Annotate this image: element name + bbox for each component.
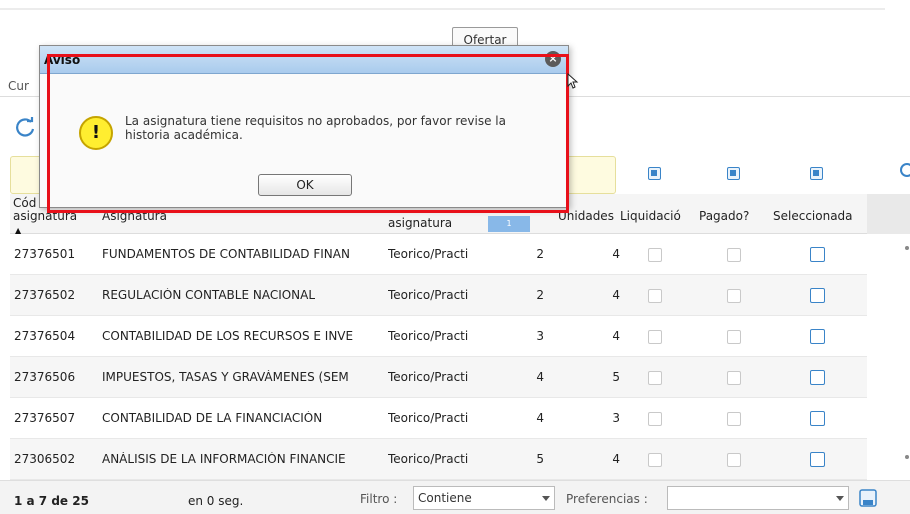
liquidacion-header-checkbox[interactable] [648, 167, 661, 180]
cell-units: 4 [612, 288, 620, 302]
sort-order-badge: 1 [488, 216, 530, 232]
pagado-checkbox[interactable] [727, 371, 741, 385]
header-liquidacion[interactable]: Liquidació [620, 209, 681, 223]
cell-name: CONTABILIDAD DE LA FINANCIACIÓN [102, 411, 323, 425]
table-row[interactable]: 27376504 CONTABILIDAD DE LOS RECURSOS E … [10, 316, 867, 357]
cell-units: 3 [612, 411, 620, 425]
warning-icon: ! [79, 116, 113, 150]
table-row[interactable]: 27306502 ANÁLISIS DE LA INFORMACIÓN FINA… [10, 439, 867, 480]
cell-code: 27376507 [14, 411, 76, 425]
cell-semester: 3 [536, 329, 544, 343]
cell-type: Teorico/Practi [388, 411, 469, 425]
seleccionada-checkbox[interactable] [810, 411, 825, 426]
header-name[interactable]: Asignatura [102, 209, 167, 223]
pagado-checkbox[interactable] [727, 289, 741, 303]
liquidacion-checkbox[interactable] [648, 289, 662, 303]
cell-code: 27376502 [14, 288, 76, 302]
cell-type: Teorico/Practi [388, 452, 469, 466]
table-row[interactable]: 27376501 FUNDAMENTOS DE CONTABILIDAD FIN… [10, 234, 867, 275]
cell-name: ANÁLISIS DE LA INFORMACIÓN FINANCIE [102, 452, 346, 466]
header-seleccionada[interactable]: Seleccionada [773, 209, 853, 223]
cell-units: 4 [612, 452, 620, 466]
scrollbar-thumb[interactable] [905, 246, 909, 250]
header-code-line1[interactable]: Cód [13, 196, 36, 210]
filtro-label: Filtro : [360, 492, 398, 506]
top-divider [0, 8, 885, 10]
preferencias-label: Preferencias : [566, 492, 648, 506]
seleccionada-header-checkbox[interactable] [810, 167, 823, 180]
pagado-checkbox[interactable] [727, 453, 741, 467]
cell-semester: 2 [536, 247, 544, 261]
cell-type: Teorico/Practi [388, 329, 469, 343]
cell-semester: 2 [536, 288, 544, 302]
liquidacion-checkbox[interactable] [648, 453, 662, 467]
cell-name: FUNDAMENTOS DE CONTABILIDAD FINAN [102, 247, 350, 261]
liquidacion-checkbox[interactable] [648, 248, 662, 262]
section-label: Cur [8, 79, 29, 93]
cell-semester: 5 [536, 452, 544, 466]
pagado-checkbox[interactable] [727, 412, 741, 426]
cell-code: 27376501 [14, 247, 76, 261]
table-row[interactable]: 27376502 REGULACIÓN CONTABLE NACIONAL Te… [10, 275, 867, 316]
load-time: en 0 seg. [188, 494, 244, 508]
cell-units: 4 [612, 329, 620, 343]
liquidacion-checkbox[interactable] [648, 371, 662, 385]
cell-code: 27306502 [14, 452, 76, 466]
cell-type: Teorico/Practi [388, 370, 469, 384]
header-code-line2[interactable]: asignatura [13, 209, 77, 223]
cell-name: IMPUESTOS, TASAS Y GRAVÁMENES (SEM [102, 370, 349, 384]
pagado-checkbox[interactable] [727, 248, 741, 262]
cell-code: 27376504 [14, 329, 76, 343]
cell-semester: 4 [536, 370, 544, 384]
seleccionada-checkbox[interactable] [810, 329, 825, 344]
cell-type: Teorico/Practi [388, 288, 469, 302]
cell-name: CONTABILIDAD DE LOS RECURSOS E INVE [102, 329, 354, 343]
pagado-header-checkbox[interactable] [727, 167, 740, 180]
seleccionada-checkbox[interactable] [810, 288, 825, 303]
dialog-titlebar[interactable]: Aviso × [40, 46, 568, 74]
liquidacion-checkbox[interactable] [648, 330, 662, 344]
header-units[interactable]: Unidades [558, 209, 614, 223]
chevron-down-icon [542, 496, 550, 501]
dialog-title: Aviso [44, 53, 81, 67]
preferencias-select[interactable] [667, 486, 849, 510]
seleccionada-checkbox[interactable] [810, 370, 825, 385]
scrollbar-end[interactable] [905, 455, 909, 459]
record-range: 1 a 7 de 25 [14, 494, 89, 508]
cell-code: 27376506 [14, 370, 76, 384]
mouse-cursor-icon [567, 73, 579, 89]
liquidacion-checkbox[interactable] [648, 412, 662, 426]
table-row[interactable]: 27376506 IMPUESTOS, TASAS Y GRAVÁMENES (… [10, 357, 867, 398]
save-preferences-icon[interactable] [858, 488, 878, 508]
cell-type: Teorico/Practi [388, 247, 469, 261]
cell-units: 4 [612, 247, 620, 261]
pagado-checkbox[interactable] [727, 330, 741, 344]
cell-name: REGULACIÓN CONTABLE NACIONAL [102, 288, 316, 302]
cell-semester: 4 [536, 411, 544, 425]
cell-units: 5 [612, 370, 620, 384]
dialog-message: La asignatura tiene requisitos no aproba… [125, 114, 506, 142]
filtro-value: Contiene [418, 491, 472, 505]
header-pagado[interactable]: Pagado? [699, 209, 749, 223]
filtro-select[interactable]: Contiene [413, 486, 555, 510]
seleccionada-checkbox[interactable] [810, 452, 825, 467]
chevron-down-icon [836, 496, 844, 501]
search-icon[interactable] [900, 163, 910, 177]
aviso-dialog: Aviso × ! La asignatura tiene requisitos… [39, 45, 569, 208]
seleccionada-checkbox[interactable] [810, 247, 825, 262]
table-row[interactable]: 27376507 CONTABILIDAD DE LA FINANCIACIÓN… [10, 398, 867, 439]
close-icon[interactable]: × [545, 51, 561, 67]
grid-footer: 1 a 7 de 25 en 0 seg. Filtro : Contiene … [0, 480, 910, 514]
header-type[interactable]: asignatura [388, 216, 452, 230]
refresh-icon[interactable] [14, 116, 36, 138]
ok-button[interactable]: OK [258, 174, 352, 196]
header-scroll-filler [867, 194, 910, 234]
